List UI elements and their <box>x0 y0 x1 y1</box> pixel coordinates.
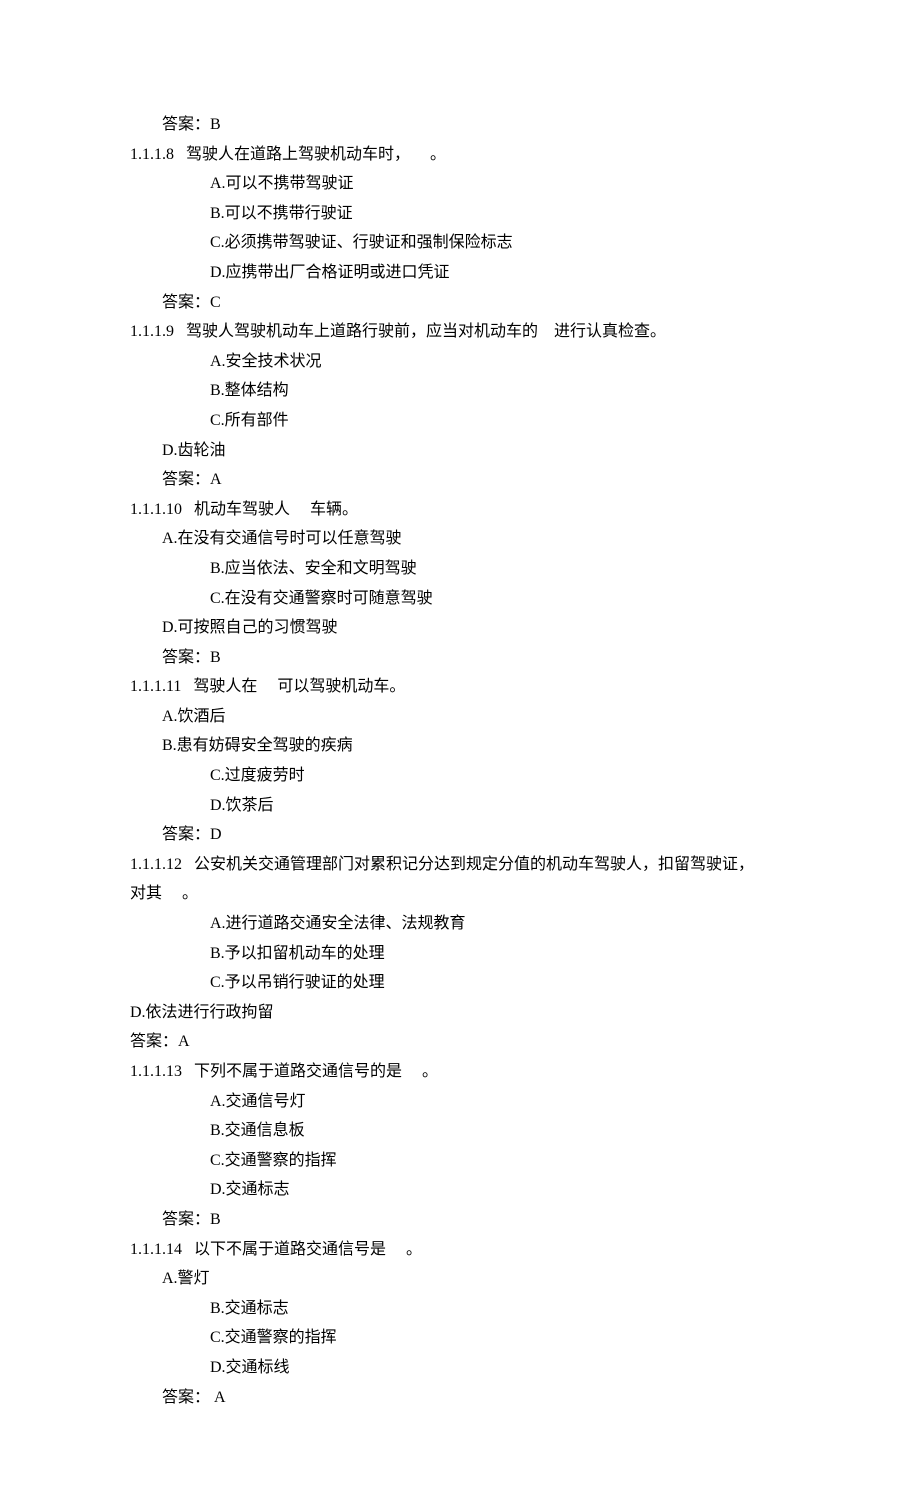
option-b: B.交通标志 <box>130 1294 790 1324</box>
option-c: C.交通警察的指挥 <box>130 1323 790 1353</box>
option-c: C.交通警察的指挥 <box>130 1146 790 1176</box>
question-text-2b: 。 <box>182 885 198 902</box>
option-a: A.警灯 <box>130 1264 790 1294</box>
option-b: B.患有妨碍安全驾驶的疾病 <box>130 731 790 761</box>
option-b: B.应当依法、安全和文明驾驶 <box>130 554 790 584</box>
answer-line: 答案：A <box>130 465 790 495</box>
option-a: A.安全技术状况 <box>130 347 790 377</box>
option-b: B.可以不携带行驶证 <box>130 199 790 229</box>
option-b: B.交通信息板 <box>130 1116 790 1146</box>
question-text-2a: 对其 <box>130 885 162 902</box>
question-tail: 。 <box>406 1241 422 1258</box>
option-a: A.交通信号灯 <box>130 1087 790 1117</box>
question-tail: 。 <box>422 1063 438 1080</box>
question-stem-cont: 对其 。 <box>130 879 790 909</box>
question-tail: 进行认真检查。 <box>554 323 666 340</box>
question-number: 1.1.1.10 <box>130 501 182 518</box>
question-stem: 1.1.1.14 以下不属于道路交通信号是 。 <box>130 1235 790 1265</box>
question-number: 1.1.1.8 <box>130 146 174 163</box>
option-a: A.可以不携带驾驶证 <box>130 169 790 199</box>
blank <box>257 678 277 695</box>
blank <box>290 501 310 518</box>
option-b: B.整体结构 <box>130 376 790 406</box>
option-a: A.在没有交通信号时可以任意驾驶 <box>130 524 790 554</box>
option-b: B.予以扣留机动车的处理 <box>130 939 790 969</box>
question-number: 1.1.1.12 <box>130 856 182 873</box>
option-c: C.必须携带驾驶证、行驶证和强制保险标志 <box>130 228 790 258</box>
question-text: 公安机关交通管理部门对累积记分达到规定分值的机动车驾驶人，扣留驾驶证， <box>194 856 754 873</box>
question-number: 1.1.1.13 <box>130 1063 182 1080</box>
answer-line: 答案：B <box>130 110 790 140</box>
question-stem: 1.1.1.9 驾驶人驾驶机动车上道路行驶前，应当对机动车的 进行认真检查。 <box>130 317 790 347</box>
question-text: 以下不属于道路交通信号是 <box>194 1241 386 1258</box>
answer-line: 答案：D <box>130 820 790 850</box>
option-c: C.过度疲劳时 <box>130 761 790 791</box>
option-c: C.在没有交通警察时可随意驾驶 <box>130 584 790 614</box>
blank <box>410 146 430 163</box>
question-stem: 1.1.1.8 驾驶人在道路上驾驶机动车时， 。 <box>130 140 790 170</box>
question-stem: 1.1.1.10 机动车驾驶人 车辆。 <box>130 495 790 525</box>
option-a: A.进行道路交通安全法律、法规教育 <box>130 909 790 939</box>
question-tail: 可以驾驶机动车。 <box>277 678 405 695</box>
answer-line: 答案：C <box>130 288 790 318</box>
question-tail: 车辆。 <box>310 501 358 518</box>
question-text: 驾驶人在 <box>193 678 257 695</box>
option-c: C.所有部件 <box>130 406 790 436</box>
question-stem: 1.1.1.12 公安机关交通管理部门对累积记分达到规定分值的机动车驾驶人，扣留… <box>130 850 790 880</box>
question-number: 1.1.1.11 <box>130 678 181 695</box>
document-page: 答案：B 1.1.1.8 驾驶人在道路上驾驶机动车时， 。 A.可以不携带驾驶证… <box>0 0 920 1492</box>
blank <box>386 1241 406 1258</box>
question-text: 机动车驾驶人 <box>194 501 290 518</box>
option-c: C.予以吊销行驶证的处理 <box>130 968 790 998</box>
option-a: A.饮酒后 <box>130 702 790 732</box>
question-text: 驾驶人驾驶机动车上道路行驶前，应当对机动车的 <box>186 323 538 340</box>
option-d: D.可按照自己的习惯驾驶 <box>130 613 790 643</box>
question-number: 1.1.1.9 <box>130 323 174 340</box>
answer-line: 答案：B <box>130 1205 790 1235</box>
option-d: D.交通标线 <box>130 1353 790 1383</box>
answer-line: 答案：A <box>130 1027 790 1057</box>
answer-line: 答案：B <box>130 643 790 673</box>
question-number: 1.1.1.14 <box>130 1241 182 1258</box>
option-d: D.齿轮油 <box>130 436 790 466</box>
option-d: D.依法进行行政拘留 <box>130 998 790 1028</box>
question-stem: 1.1.1.11 驾驶人在 可以驾驶机动车。 <box>130 672 790 702</box>
question-text: 驾驶人在道路上驾驶机动车时， <box>186 146 410 163</box>
option-d: D.应携带出厂合格证明或进口凭证 <box>130 258 790 288</box>
question-tail: 。 <box>430 146 446 163</box>
question-stem: 1.1.1.13 下列不属于道路交通信号的是 。 <box>130 1057 790 1087</box>
option-d: D.饮茶后 <box>130 791 790 821</box>
blank <box>402 1063 422 1080</box>
blank <box>538 323 554 340</box>
question-text: 下列不属于道路交通信号的是 <box>194 1063 402 1080</box>
answer-line: 答案： A <box>130 1383 790 1413</box>
option-d: D.交通标志 <box>130 1175 790 1205</box>
blank <box>162 885 182 902</box>
